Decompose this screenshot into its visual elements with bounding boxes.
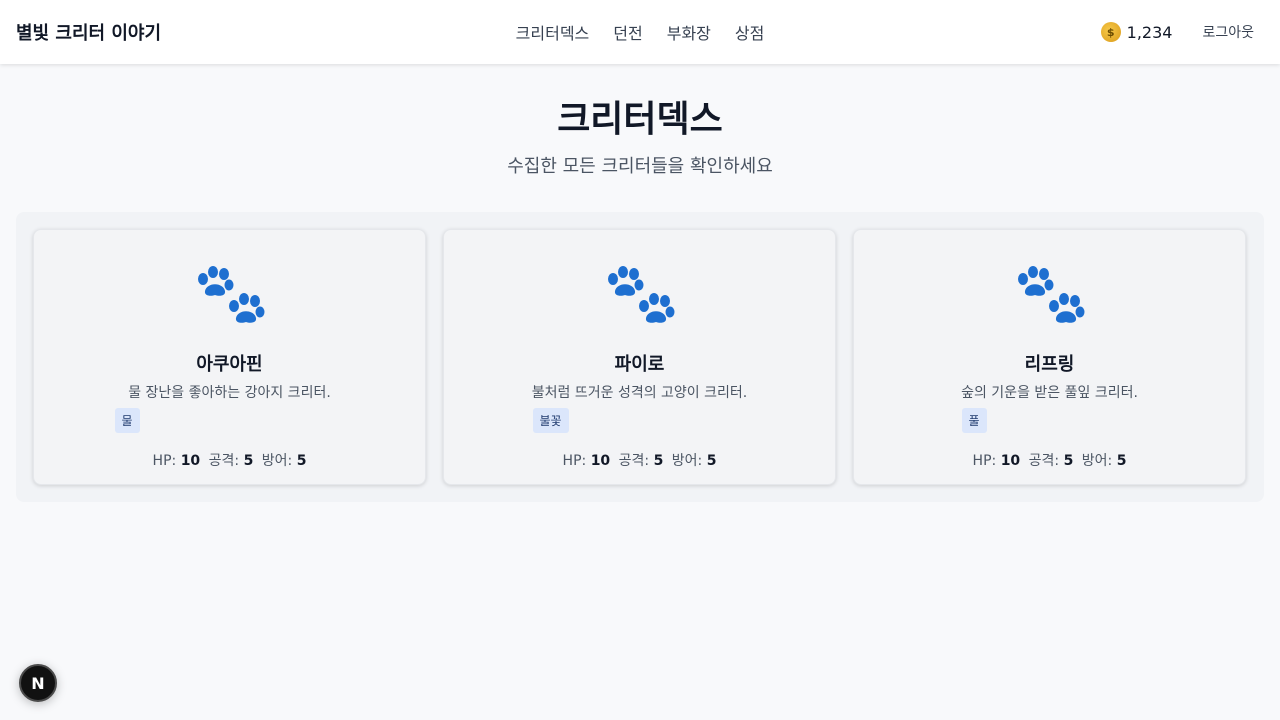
nav-link-hatchery[interactable]: 부화장 <box>667 20 711 44</box>
page-subtitle: 수집한 모든 크리터들을 확인하세요 <box>507 156 773 177</box>
dev-tools-badge[interactable]: N <box>19 664 57 702</box>
critter-name: 아쿠아핀 <box>196 354 263 375</box>
paw-icon <box>444 266 835 330</box>
hp-value: 10 <box>1000 453 1021 469</box>
critter-card[interactable]: 아쿠아핀 물 장난을 좋아하는 강아지 크리터. 물 HP: 10 공격: 5 … <box>33 229 426 485</box>
money-bag-icon: $ <box>1100 22 1121 42</box>
defense-label: 방어: <box>671 453 703 469</box>
critter-description: 물 장난을 좋아하는 강아지 크리터. <box>128 385 331 401</box>
brand-title[interactable]: 별빛 크리터 이야기 <box>16 0 161 64</box>
critter-card[interactable]: 파이로 불처럼 뜨거운 성격의 고양이 크리터. 불꽃 HP: 10 공격: 5… <box>443 229 836 485</box>
hp-value: 10 <box>180 453 201 469</box>
critter-name: 리프링 <box>1024 354 1075 375</box>
coin-balance: $ 1,234 <box>1100 22 1173 42</box>
critter-stats: HP: 10 공격: 5 방어: 5 <box>34 450 425 470</box>
attack-label: 공격: <box>618 453 650 469</box>
page-title: 크리터덱스 <box>557 99 723 140</box>
defense-label: 방어: <box>261 453 293 469</box>
defense-value: 5 <box>1116 453 1127 469</box>
header-right: $ 1,234 로그아웃 <box>1100 0 1264 64</box>
attack-value: 5 <box>1063 453 1074 469</box>
paw-icon <box>854 266 1245 330</box>
coin-amount: 1,234 <box>1126 22 1173 42</box>
defense-value: 5 <box>706 453 717 469</box>
hp-label: HP: <box>152 453 177 469</box>
defense-value: 5 <box>296 453 307 469</box>
hp-value: 10 <box>590 453 611 469</box>
critter-tags: 풀 <box>854 408 1245 433</box>
nav-link-dungeon[interactable]: 던전 <box>613 20 642 44</box>
type-tag: 풀 <box>961 408 987 433</box>
defense-label: 방어: <box>1081 453 1113 469</box>
attack-label: 공격: <box>1028 453 1060 469</box>
attack-value: 5 <box>653 453 664 469</box>
critter-description: 불처럼 뜨거운 성격의 고양이 크리터. <box>531 385 748 401</box>
top-navigation-bar: 별빛 크리터 이야기 크리터덱스 던전 부화장 상점 $ 1,234 로그아웃 <box>0 0 1280 64</box>
type-tag: 물 <box>114 408 140 433</box>
main-nav: 크리터덱스 던전 부화장 상점 <box>0 0 1280 64</box>
critter-stats: HP: 10 공격: 5 방어: 5 <box>854 450 1245 470</box>
critter-name: 파이로 <box>614 354 665 375</box>
critter-stats: HP: 10 공격: 5 방어: 5 <box>444 450 835 470</box>
nav-link-shop[interactable]: 상점 <box>735 20 764 44</box>
critter-description: 숲의 기운을 받은 풀잎 크리터. <box>961 385 1138 401</box>
critter-tags: 불꽃 <box>444 408 835 433</box>
critter-grid: 아쿠아핀 물 장난을 좋아하는 강아지 크리터. 물 HP: 10 공격: 5 … <box>16 212 1264 502</box>
attack-label: 공격: <box>208 453 240 469</box>
type-tag: 불꽃 <box>532 408 569 433</box>
critter-tags: 물 <box>34 408 425 433</box>
critter-card[interactable]: 리프링 숲의 기운을 받은 풀잎 크리터. 풀 HP: 10 공격: 5 방어:… <box>853 229 1246 485</box>
logout-button[interactable]: 로그아웃 <box>1192 16 1264 48</box>
paw-icon <box>34 266 425 330</box>
nav-link-critterdex[interactable]: 크리터덱스 <box>516 20 590 44</box>
attack-value: 5 <box>243 453 254 469</box>
hp-label: HP: <box>562 453 587 469</box>
hp-label: HP: <box>972 453 997 469</box>
